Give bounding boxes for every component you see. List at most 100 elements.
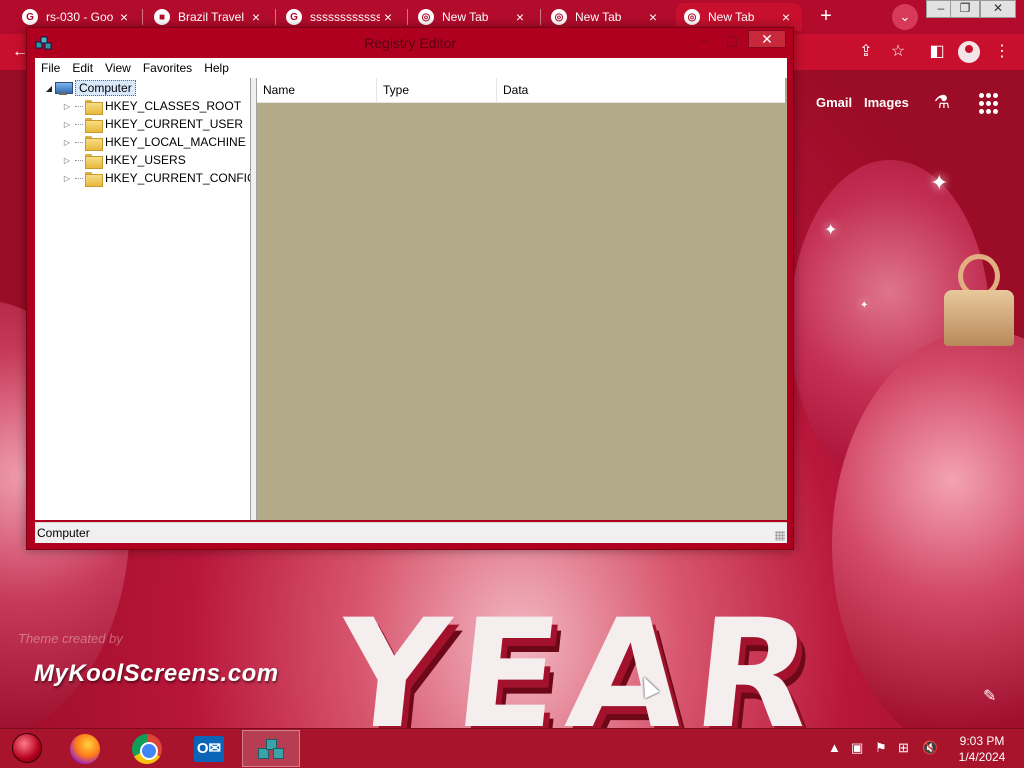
registry-body: ◢ Computer ▷ HKEY_CLASSES_ROOT ▷ HKEY_CU…	[35, 78, 787, 520]
resize-grip-icon[interactable]	[775, 531, 785, 541]
close-button[interactable]: ✕	[748, 30, 786, 48]
browser-tab-title: Brazil Travel	[178, 10, 245, 24]
labs-flask-icon[interactable]: ⚗	[931, 92, 953, 114]
system-clock[interactable]: 9:03 PM 1/4/2024	[950, 733, 1014, 765]
expand-arrow-icon[interactable]: ▷	[61, 138, 73, 147]
menu-favorites[interactable]: Favorites	[137, 61, 198, 75]
tree-node-hkey[interactable]: ▷ HKEY_CURRENT_CONFIG	[61, 169, 251, 187]
minimize-button[interactable]: –	[693, 33, 715, 51]
menu-help[interactable]: Help	[198, 61, 235, 75]
outlook-icon: O✉	[194, 735, 224, 762]
browser-tab-title: New Tab	[708, 10, 755, 24]
expand-arrow-icon[interactable]: ▷	[61, 174, 73, 183]
registry-editor-window: Registry Editor – ▢ ✕ File Edit View Fav…	[26, 27, 794, 550]
menu-file[interactable]: File	[35, 61, 66, 75]
tree-node-hkey[interactable]: ▷ HKEY_LOCAL_MACHINE	[61, 133, 246, 151]
apps-grid-icon[interactable]	[979, 93, 1001, 115]
menu-view[interactable]: View	[99, 61, 137, 75]
tree-connector	[75, 141, 83, 143]
browser-tab-title: rs-030 - Goo	[46, 10, 114, 24]
ornament-cap	[944, 290, 1014, 346]
column-header-name[interactable]: Name	[257, 78, 377, 103]
expand-arrow-icon[interactable]: ▷	[61, 102, 73, 111]
chrome-favicon-icon: ◎	[418, 9, 434, 25]
tree-node-computer[interactable]: ◢ Computer	[43, 79, 136, 97]
tree-connector	[75, 123, 83, 125]
restore-button[interactable]: ❐	[950, 0, 980, 18]
tree-label: HKEY_CURRENT_CONFIG	[105, 171, 251, 185]
taskbar-firefox-button[interactable]	[56, 730, 114, 767]
close-tab-icon[interactable]: ×	[645, 9, 661, 25]
status-bar: Computer	[35, 522, 787, 543]
sparkle-icon: ✦	[860, 300, 869, 311]
start-button[interactable]	[12, 733, 42, 763]
share-icon[interactable]: ⇪	[856, 42, 876, 62]
close-tab-icon[interactable]: ×	[116, 9, 132, 25]
folder-icon	[85, 153, 103, 169]
folder-icon	[85, 99, 103, 115]
google-favicon-icon: G	[22, 9, 38, 25]
bookmark-star-icon[interactable]: ☆	[888, 42, 908, 62]
site-logo-text: MyKoolScreens.com	[34, 660, 279, 687]
firefox-icon	[70, 733, 100, 764]
close-button[interactable]: ✕	[980, 0, 1016, 18]
browser-tab-title: ssssssssssssss	[310, 10, 380, 24]
close-tab-icon[interactable]: ×	[512, 9, 528, 25]
close-tab-icon[interactable]: ×	[380, 9, 396, 25]
status-path: Computer	[37, 526, 90, 540]
images-link[interactable]: Images	[864, 95, 909, 110]
network-icon[interactable]: ⊞	[898, 740, 909, 756]
volume-muted-icon[interactable]: 🔇	[922, 740, 938, 756]
tab-separator	[540, 9, 541, 25]
close-tab-icon[interactable]: ×	[778, 9, 794, 25]
tree-label: Computer	[75, 80, 136, 96]
expand-arrow-icon[interactable]: ▷	[61, 120, 73, 129]
action-center-flag-icon[interactable]: ⚑	[875, 740, 887, 756]
browser-tab-title: New Tab	[442, 10, 489, 24]
sparkle-icon: ✦	[930, 170, 949, 195]
tree-connector	[75, 177, 83, 179]
taskbar-chrome-button[interactable]	[118, 730, 176, 767]
folder-icon	[85, 171, 103, 187]
page-favicon-icon: ■	[154, 9, 170, 25]
tree-node-hkey[interactable]: ▷ HKEY_CURRENT_USER	[61, 115, 243, 133]
maximize-button[interactable]: ▢	[721, 33, 743, 51]
show-hidden-icons-arrow-icon[interactable]: ▲	[828, 740, 841, 755]
theme-credit-text: Theme created by	[18, 631, 123, 646]
column-header-type[interactable]: Type	[377, 78, 497, 103]
computer-icon	[55, 81, 73, 95]
registry-values-pane[interactable]: Name Type Data	[256, 78, 787, 520]
tab-separator	[275, 9, 276, 25]
tree-connector	[75, 159, 83, 161]
clock-date: 1/4/2024	[958, 750, 1006, 764]
taskbar-outlook-button[interactable]: O✉	[180, 730, 238, 767]
gmail-link[interactable]: Gmail	[816, 95, 852, 110]
tree-node-hkey[interactable]: ▷ HKEY_USERS	[61, 151, 186, 169]
taskbar-regedit-button[interactable]	[242, 730, 300, 767]
tree-label: HKEY_LOCAL_MACHINE	[105, 135, 246, 149]
tab-separator	[142, 9, 143, 25]
network-devices-icon[interactable]: ▣	[851, 740, 863, 756]
chrome-icon	[132, 733, 162, 764]
close-tab-icon[interactable]: ×	[248, 9, 264, 25]
tree-node-hkey[interactable]: ▷ HKEY_CLASSES_ROOT	[61, 97, 241, 115]
menu-bar: File Edit View Favorites Help	[35, 58, 787, 78]
tab-search-button[interactable]: ⌄	[892, 4, 918, 30]
folder-icon	[85, 135, 103, 151]
google-favicon-icon: G	[286, 9, 302, 25]
tree-connector	[75, 105, 83, 107]
customize-pencil-icon[interactable]: ✎	[983, 686, 996, 706]
tree-label: HKEY_CURRENT_USER	[105, 117, 244, 131]
registry-tree-pane[interactable]: ◢ Computer ▷ HKEY_CLASSES_ROOT ▷ HKEY_CU…	[35, 78, 251, 520]
new-tab-button[interactable]: +	[815, 6, 837, 28]
profile-avatar[interactable]	[958, 41, 980, 63]
tree-label: HKEY_USERS	[105, 153, 186, 167]
collapse-arrow-icon[interactable]: ◢	[43, 84, 55, 93]
expand-arrow-icon[interactable]: ▷	[61, 156, 73, 165]
menu-edit[interactable]: Edit	[66, 61, 99, 75]
column-header-data[interactable]: Data	[497, 78, 785, 103]
window-titlebar[interactable]: Registry Editor – ▢ ✕	[27, 28, 793, 58]
more-menu-icon[interactable]: ⋮	[992, 42, 1012, 62]
folder-icon	[85, 117, 103, 133]
side-panel-icon[interactable]: ◧	[927, 42, 947, 62]
